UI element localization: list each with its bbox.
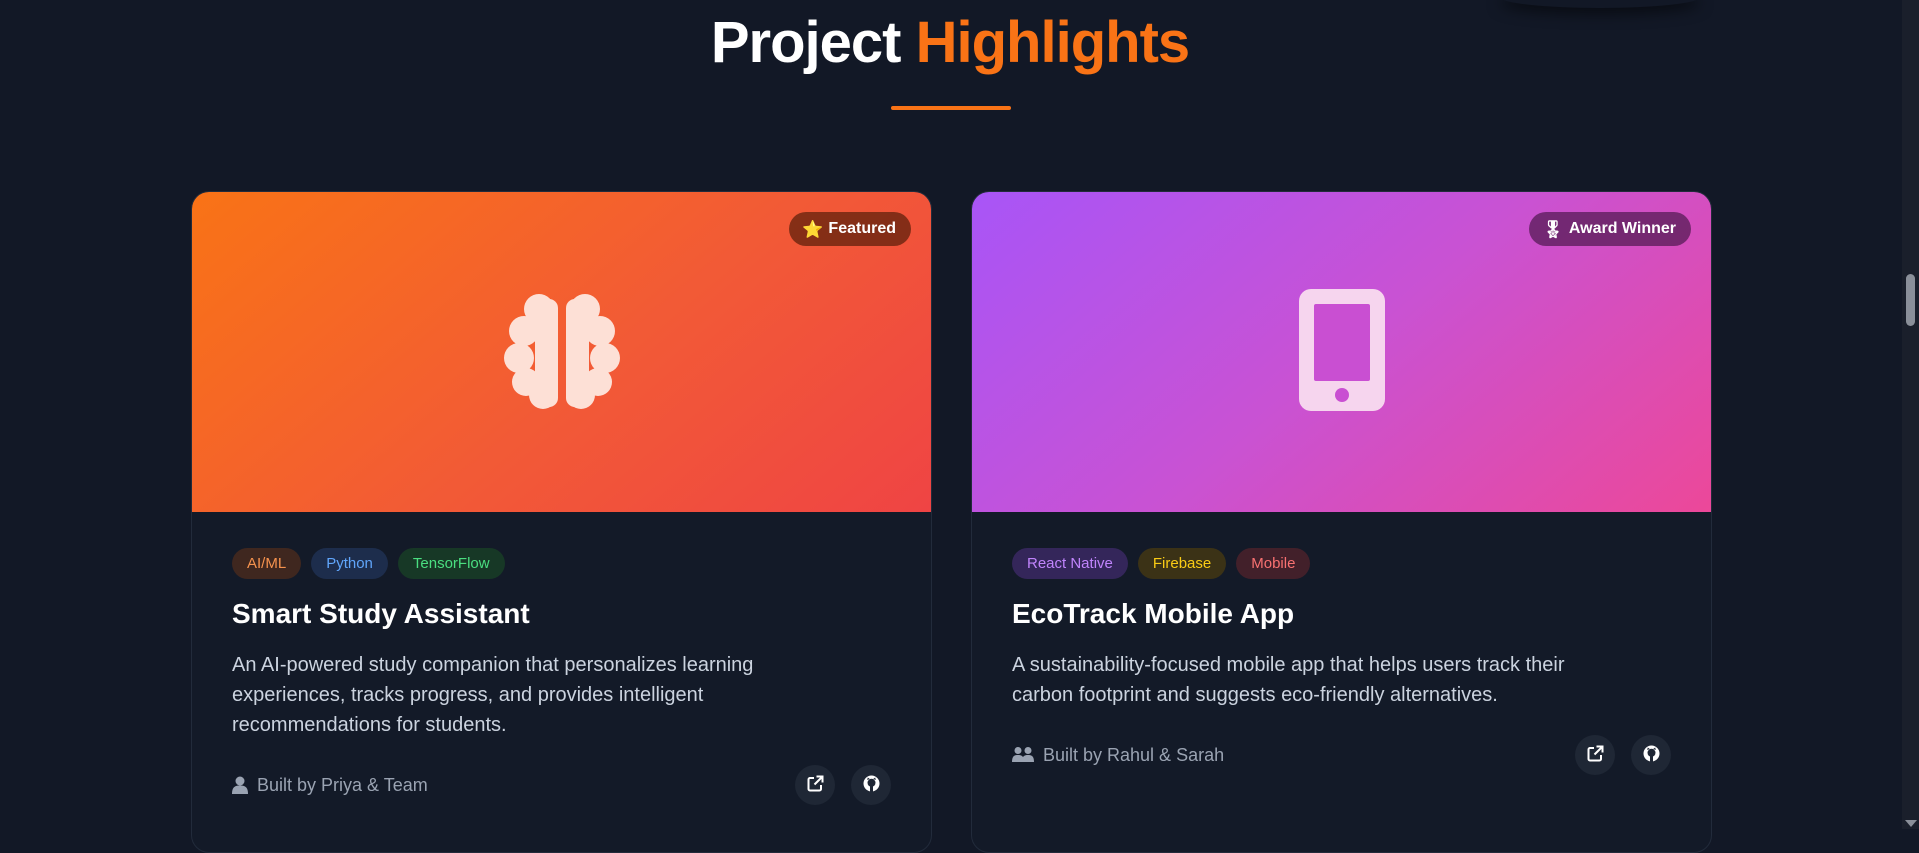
project-title: Smart Study Assistant (232, 598, 530, 629)
external-link-button[interactable] (1575, 735, 1615, 775)
builder-info: Built by Priya & Team (232, 775, 428, 796)
tag: Python (311, 548, 388, 579)
featured-badge: ⭐ Featured (789, 212, 911, 246)
external-link-button[interactable] (795, 765, 835, 805)
tag: Firebase (1137, 548, 1227, 579)
user-icon (232, 776, 248, 794)
project-description: A sustainability-focused mobile app that… (1012, 654, 1565, 706)
header-shadow (1500, 0, 1700, 8)
project-banner: 🎖 Award Winner (972, 192, 1711, 512)
project-title: EcoTrack Mobile App (1012, 598, 1295, 629)
section-title: Project Highlights (0, 8, 1900, 78)
project-description: An AI-powered study companion that perso… (232, 654, 754, 736)
external-link-icon (1587, 745, 1604, 766)
page-scrollbar[interactable] (1902, 0, 1919, 829)
badge-label: Award Winner (1568, 220, 1676, 237)
tag: React Native (1012, 548, 1128, 579)
tag: TensorFlow (397, 548, 505, 579)
badge-label: Featured (828, 220, 896, 237)
builder-label: Built by Priya & Team (257, 774, 428, 795)
github-button[interactable] (1631, 735, 1671, 775)
github-button[interactable] (851, 765, 891, 805)
star-icon: ⭐ (802, 219, 824, 239)
title-part-primary: Project (710, 10, 902, 75)
project-banner: ⭐ Featured (192, 192, 931, 512)
tag-list: React Native Firebase Mobile (1012, 548, 1671, 579)
mobile-phone-icon (1298, 289, 1385, 415)
github-icon (1643, 745, 1660, 766)
scroll-down-arrow-icon[interactable] (1905, 820, 1917, 827)
builder-info: Built by Rahul & Sarah (1012, 745, 1224, 766)
title-underline (891, 106, 1011, 110)
users-icon (1012, 746, 1034, 764)
github-icon (863, 775, 880, 796)
project-card-smart-study-assistant[interactable]: ⭐ Featured AI/ML Python TensorFlow Smart… (191, 191, 932, 853)
tag: AI/ML (232, 548, 302, 579)
brain-icon (501, 289, 623, 415)
medal-icon: 🎖 (1542, 219, 1564, 239)
scrollbar-thumb[interactable] (1906, 274, 1915, 326)
award-badge: 🎖 Award Winner (1529, 212, 1691, 246)
tag: Mobile (1236, 548, 1311, 579)
title-part-accent: Highlights (915, 10, 1191, 75)
external-link-icon (807, 775, 824, 796)
tag-list: AI/ML Python TensorFlow (232, 548, 891, 579)
project-card-ecotrack-mobile-app[interactable]: 🎖 Award Winner React Native Firebase Mob… (971, 191, 1712, 853)
builder-label: Built by Rahul & Sarah (1043, 744, 1225, 765)
